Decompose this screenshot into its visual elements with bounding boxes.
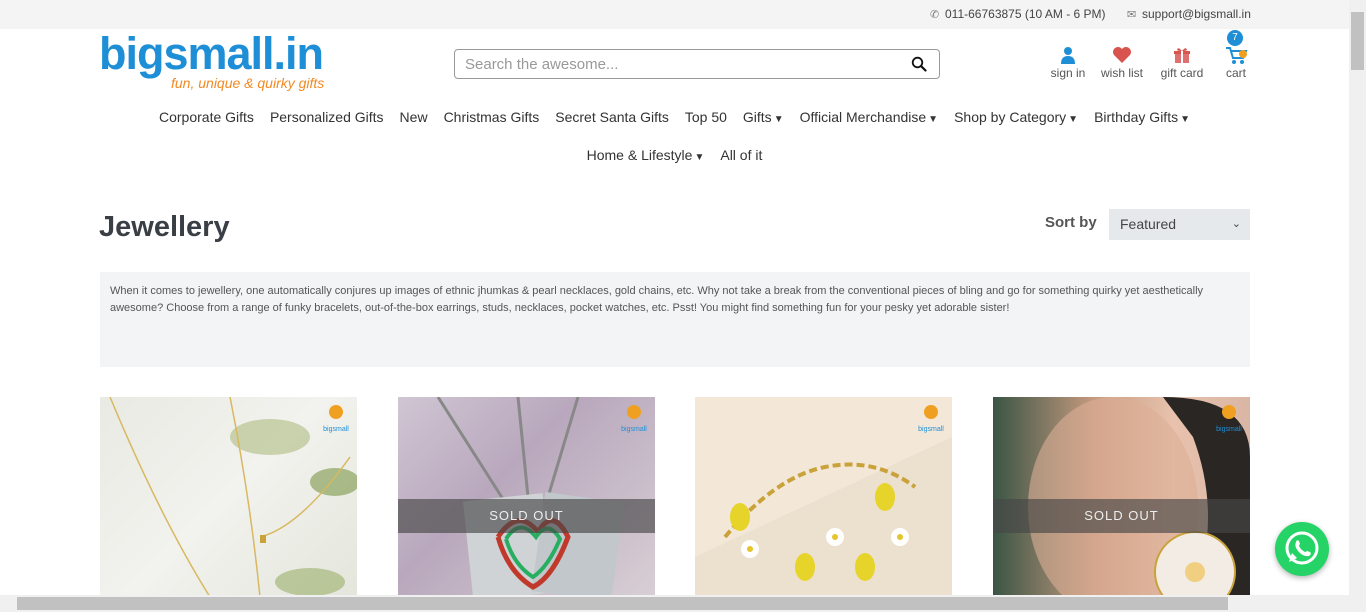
svg-text:bigsmall: bigsmall [621, 426, 647, 433]
sort-label: Sort by [1045, 214, 1097, 231]
email-contact[interactable]: ✉ support@bigsmall.in [1127, 7, 1251, 21]
top-contact-bar: ✆ 011-66763875 (10 AM - 6 PM) ✉ support@bi… [0, 0, 1349, 29]
svg-text:bigsmall: bigsmall [323, 426, 349, 433]
nav-item-secret-santa-gifts[interactable]: Secret Santa Gifts [547, 107, 677, 127]
product-image [695, 437, 952, 597]
sold-out-badge: SOLD OUT [398, 499, 655, 533]
wish-list-label: wish list [1100, 66, 1143, 80]
gift-card-link[interactable]: gift card [1158, 44, 1206, 80]
mail-icon: ✉ [1127, 9, 1137, 21]
whatsapp-chat-button[interactable] [1275, 522, 1329, 576]
nav-item-gifts[interactable]: Gifts ▼ [735, 107, 792, 127]
nav-item-all-of-it[interactable]: All of it [712, 145, 770, 165]
cart-label: cart [1225, 66, 1246, 80]
product-image [109, 397, 357, 597]
search-icon[interactable] [911, 56, 927, 72]
product-card[interactable]: SOLD OUT bigsmall [398, 397, 655, 597]
caret-down-icon: ▼ [1180, 114, 1190, 125]
horizontal-scrollbar[interactable] [0, 595, 1349, 612]
sort-select[interactable]: Featured ⌄ [1109, 209, 1250, 240]
svg-text:bigsmall: bigsmall [918, 426, 944, 433]
cart-link[interactable]: 7 cart [1220, 30, 1252, 80]
phone-icon: ✆ [930, 9, 940, 21]
nav-item-personalized-gifts[interactable]: Personalized Gifts [262, 107, 392, 127]
bigsmall-watermark-icon: bigsmall [1216, 405, 1242, 433]
page-title: Jewellery [99, 211, 230, 243]
vertical-scrollbar[interactable] [1349, 0, 1366, 612]
nav-item-christmas-gifts[interactable]: Christmas Gifts [436, 107, 548, 127]
product-image [436, 397, 625, 597]
chevron-down-icon: ⌄ [1231, 218, 1241, 230]
site-logo[interactable]: bigsmall.in fun, unique & quirky gifts [99, 28, 324, 91]
search-input[interactable] [455, 50, 885, 78]
wish-list-link[interactable]: wish list [1099, 44, 1145, 80]
bigsmall-watermark-icon: bigsmall [621, 405, 647, 433]
product-image [1028, 397, 1250, 597]
product-card[interactable]: bigsmall [100, 397, 357, 597]
scrollbar-thumb[interactable] [1351, 12, 1364, 70]
cart-icon [1226, 47, 1248, 64]
product-card[interactable]: bigsmall [695, 397, 952, 597]
sort-value: Featured [1120, 216, 1177, 232]
category-description: When it comes to jewellery, one automati… [100, 272, 1250, 367]
main-nav: Corporate Gifts Personalized Gifts New C… [0, 107, 1349, 165]
whatsapp-icon [1285, 531, 1319, 565]
caret-down-icon: ▼ [773, 114, 784, 125]
caret-down-icon: ▼ [928, 114, 939, 125]
nav-item-home-lifestyle[interactable]: Home & Lifestyle ▼ [579, 145, 713, 165]
scrollbar-thumb[interactable] [17, 597, 1228, 610]
cart-count-badge: 7 [1227, 30, 1243, 46]
search-box [454, 49, 940, 79]
nav-item-official-merchandise[interactable]: Official Merchandise ▼ [792, 107, 946, 127]
svg-text:bigsmall: bigsmall [1216, 426, 1242, 433]
gift-card-label: gift card [1160, 66, 1204, 80]
nav-item-corporate-gifts[interactable]: Corporate Gifts [151, 107, 262, 127]
nav-item-top-50[interactable]: Top 50 [677, 107, 735, 127]
sold-out-badge: SOLD OUT [993, 499, 1250, 533]
nav-item-new[interactable]: New [392, 107, 436, 127]
nav-row-2: Home & Lifestyle ▼ All of it [0, 145, 1349, 165]
product-card[interactable]: SOLD OUT bigsmall [993, 397, 1250, 597]
user-icon [1061, 47, 1075, 64]
logo-brand: bigsmall.in [99, 28, 324, 79]
heart-icon [1113, 47, 1131, 63]
email-text: support@bigsmall.in [1142, 7, 1251, 21]
phone-text: 011-66763875 (10 AM - 6 PM) [945, 7, 1106, 21]
phone-contact[interactable]: ✆ 011-66763875 (10 AM - 6 PM) [930, 7, 1106, 21]
nav-item-birthday-gifts[interactable]: Birthday Gifts ▼ [1086, 107, 1198, 127]
sign-in-link[interactable]: sign in [1048, 44, 1088, 80]
logo-tagline: fun, unique & quirky gifts [171, 75, 325, 91]
bigsmall-watermark-icon: bigsmall [323, 405, 349, 433]
gift-icon [1174, 48, 1190, 63]
nav-item-shop-by-category[interactable]: Shop by Category ▼ [946, 107, 1086, 127]
bigsmall-watermark-icon: bigsmall [918, 405, 944, 433]
nav-row-1: Corporate Gifts Personalized Gifts New C… [0, 107, 1349, 127]
caret-down-icon: ▼ [694, 152, 705, 163]
sign-in-label: sign in [1050, 66, 1086, 80]
caret-down-icon: ▼ [1068, 114, 1079, 125]
